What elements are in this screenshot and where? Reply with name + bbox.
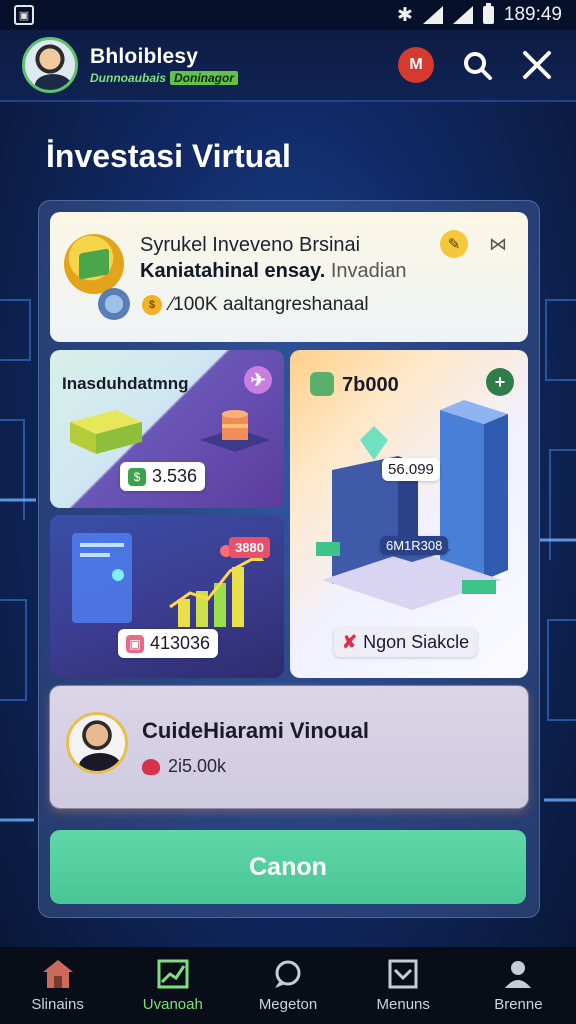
dollar-icon: $ [128,467,146,486]
investment-tile-trading[interactable]: 3880 ▣ 413036 [50,515,284,678]
advisor-name: CuideHiarami Vinoual [142,718,369,743]
wallet-icon: ▣ [126,634,144,653]
search-button[interactable] [460,48,494,82]
user-avatar[interactable] [22,37,78,93]
gallery-icon: ▣ [14,5,34,25]
summary-amount-row: $ ⁄100K aaltangreshanaal [142,294,369,316]
brand-sub-badge: Doninagor [170,71,239,85]
notification-icon: M [409,56,423,73]
nav-label: Megeton [258,996,318,1013]
tile-title: Inasduhdatmng [62,374,189,393]
nav-label: Menuns [376,996,430,1013]
nav-item-home[interactable]: Slinains [0,947,115,1024]
investment-tile-crypto[interactable]: 7b000 + 56.099 6M1R308 ✘ Ngon Siakcle [290,350,528,678]
advisor-amount-row: 2i5.00k [142,756,226,777]
nav-item-profile[interactable]: Brenne [461,947,576,1024]
profile-icon [505,961,532,988]
search-icon [464,52,492,80]
advisor-avatar [66,712,128,774]
wifi-signal-icon [452,6,473,24]
portfolio-summary-card[interactable]: Syrukel Inveveno Brsinai Kaniatahinal en… [50,212,528,342]
bottom-navigation: Slinains Uvanoah Megeton Menuns Brenne [0,947,576,1024]
node-badge: 6M1R308 [380,536,449,555]
tile-footer-label: Ngon Siakcle [363,632,470,652]
primary-action-button[interactable]: Canon [50,830,526,904]
screen-value-chip: 56.099 [382,458,440,481]
battery-icon [482,3,494,24]
advisor-amount: 2i5.00k [168,756,227,776]
summary-subtitle-muted: Invadian [330,260,407,282]
nav-item-menu[interactable]: Menuns [346,947,461,1024]
brand-block: Bhloiblesy Dunnoaubais Doninagor [90,45,239,85]
brand-sub-label: Dunnoaubais [90,71,167,85]
close-icon [523,51,551,79]
tile-action-button[interactable]: ✈ [244,366,272,394]
coin-icon [64,234,124,294]
advisor-card[interactable]: CuideHiarami Vinoual 2i5.00k [50,686,528,808]
nav-label: Slinains [31,996,84,1013]
close-button[interactable] [520,48,554,82]
chart-icon [157,959,189,989]
box-icon [388,959,418,989]
airplane-icon: ✈ [250,369,266,390]
trend-down-icon: ✘ [342,632,358,652]
notification-button[interactable]: M [398,47,434,83]
summary-subtitle: Kaniatahinal ensay. Invadian [140,260,406,283]
app-header: Bhloiblesy Dunnoaubais Doninagor M [0,30,576,102]
share-button[interactable]: ⋈ [486,232,510,256]
brand-name: Bhloiblesy [90,45,199,68]
summary-title: Syrukel Inveveno Brsinai [140,234,361,256]
mini-coin-icon: $ [142,295,162,315]
data-center-illustration [316,400,508,610]
tile-value-chip: ▣ 413036 [118,629,219,658]
summary-amount: ⁄100K aaltangreshanaal [170,294,369,315]
tile-value: 413036 [150,633,211,653]
signal-icon [422,6,443,24]
page-title: İnvestasi Virtual [46,138,291,174]
investment-tile-stocks[interactable]: Inasduhdatmng ✈ $ 3.536 [50,350,284,508]
bluetooth-icon: ✱ [396,4,413,26]
home-icon [42,960,73,988]
nav-label: Brenne [494,996,543,1013]
share-icon: ⋈ [489,233,507,254]
nav-label: Uvanoah [142,996,203,1013]
cash-stack-illustration [70,410,142,454]
change-tag: 3880 [229,537,270,558]
edit-button[interactable]: ✎ [440,230,468,258]
heart-icon [142,758,160,775]
tile-footer-chip: ✘ Ngon Siakcle [334,628,478,657]
status-bar: ▣ ✱ 189:49 [0,0,576,30]
nav-item-messages[interactable]: Megeton [230,947,345,1024]
tile-value: 3.536 [152,466,198,486]
chat-icon [275,960,301,988]
server-stack-illustration [200,410,270,452]
status-time: 189:49 [503,4,562,25]
summary-subtitle-bold: Kaniatahinal ensay. [140,260,326,282]
token-icon [98,288,130,320]
nav-item-portfolio[interactable]: Uvanoah [115,947,230,1024]
pencil-icon: ✎ [447,236,461,253]
tile-value-chip: $ 3.536 [120,462,206,491]
